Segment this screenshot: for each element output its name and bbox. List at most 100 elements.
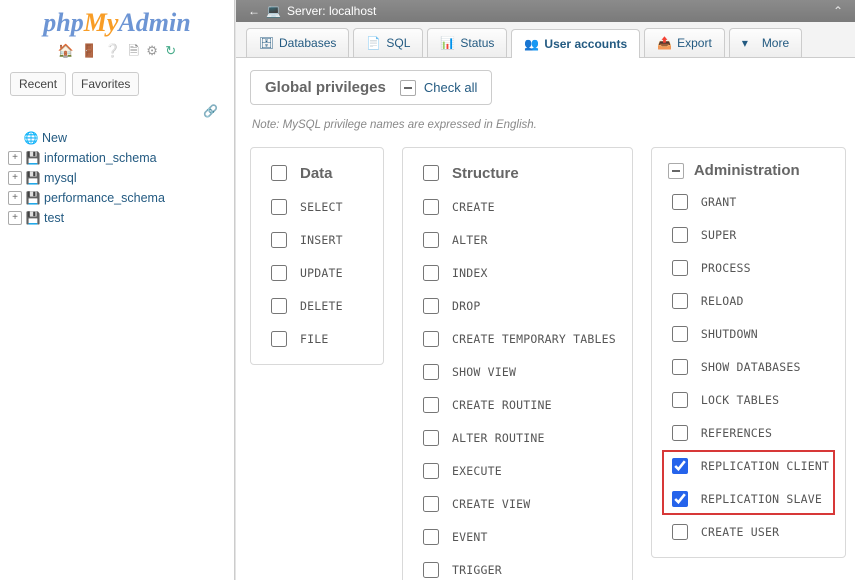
privilege-item[interactable]: SELECT — [267, 196, 367, 218]
link-icon[interactable]: 🔗 — [0, 104, 234, 122]
expand-icon[interactable]: + — [8, 191, 22, 205]
privilege-item[interactable]: INDEX — [419, 262, 616, 284]
logo-part-my: My — [84, 8, 119, 37]
structure-group-checkbox[interactable] — [423, 165, 439, 181]
privilege-checkbox[interactable] — [672, 491, 688, 507]
recent-button[interactable]: Recent — [10, 72, 66, 96]
privilege-item[interactable]: CREATE ROUTINE — [419, 394, 616, 416]
privilege-checkbox[interactable] — [672, 293, 688, 309]
privilege-checkbox[interactable] — [423, 562, 439, 578]
privilege-item[interactable]: EXECUTE — [419, 460, 616, 482]
privilege-checkbox[interactable] — [423, 331, 439, 347]
server-bar: ← 💻 Server: localhost ⌃ — [236, 0, 855, 22]
privilege-checkbox[interactable] — [423, 199, 439, 215]
privilege-checkbox[interactable] — [423, 265, 439, 281]
tree-db[interactable]: +💾mysql — [6, 168, 228, 188]
privilege-checkbox[interactable] — [672, 359, 688, 375]
collapse-nav-icon[interactable]: ← — [248, 4, 260, 18]
tab-label: More — [762, 36, 789, 50]
privilege-item[interactable]: INSERT — [267, 229, 367, 251]
collapse-icon[interactable]: ⌃ — [833, 4, 843, 18]
privilege-checkbox[interactable] — [423, 463, 439, 479]
privilege-item[interactable]: ALTER ROUTINE — [419, 427, 616, 449]
privilege-checkbox[interactable] — [423, 529, 439, 545]
privilege-label: ALTER — [452, 233, 488, 247]
privilege-checkbox[interactable] — [271, 298, 287, 314]
privilege-item[interactable]: SHOW VIEW — [419, 361, 616, 383]
privilege-checkbox[interactable] — [423, 364, 439, 380]
expand-icon[interactable]: + — [8, 211, 22, 225]
privilege-checkbox[interactable] — [271, 199, 287, 215]
privilege-checkbox[interactable] — [672, 425, 688, 441]
privilege-item[interactable]: ALTER — [419, 229, 616, 251]
tab-export[interactable]: 📤Export — [644, 28, 725, 57]
privilege-checkbox[interactable] — [672, 524, 688, 540]
privilege-item[interactable]: LOCK TABLES — [668, 389, 829, 411]
logo[interactable]: phpMyAdmin — [0, 0, 234, 42]
privilege-item[interactable]: RELOAD — [668, 290, 829, 312]
tree-db[interactable]: +💾performance_schema — [6, 188, 228, 208]
privilege-item[interactable]: REPLICATION SLAVE — [668, 488, 829, 510]
privilege-checkbox[interactable] — [423, 430, 439, 446]
tab-status[interactable]: 📊Status — [427, 28, 507, 57]
check-all-checkbox[interactable] — [400, 80, 416, 96]
admin-group-checkbox[interactable] — [668, 163, 684, 179]
privilege-item[interactable]: TRIGGER — [419, 559, 616, 580]
privilege-item[interactable]: FILE — [267, 328, 367, 350]
reload-icon[interactable]: ↻ — [165, 43, 176, 58]
logout-icon[interactable]: 🚪 — [81, 43, 97, 58]
privilege-item[interactable]: PROCESS — [668, 257, 829, 279]
tab-more[interactable]: ▾More — [729, 28, 802, 57]
privilege-checkbox[interactable] — [423, 232, 439, 248]
tree-new[interactable]: 🌐 New — [6, 128, 228, 148]
privilege-label: INDEX — [452, 266, 488, 280]
privilege-item[interactable]: SHOW DATABASES — [668, 356, 829, 378]
privilege-item[interactable]: DELETE — [267, 295, 367, 317]
docs-icon[interactable]: ❔ — [105, 43, 121, 58]
privilege-checkbox[interactable] — [271, 265, 287, 281]
privilege-checkbox[interactable] — [672, 227, 688, 243]
tab-users[interactable]: 👥User accounts — [511, 29, 640, 58]
tab-databases[interactable]: 🗄Databases — [246, 28, 349, 57]
global-privileges-title: Global privileges — [265, 79, 386, 96]
privilege-item[interactable]: REPLICATION CLIENT — [668, 455, 829, 477]
data-group-checkbox[interactable] — [271, 165, 287, 181]
privilege-checkbox[interactable] — [423, 298, 439, 314]
privilege-checkbox[interactable] — [423, 397, 439, 413]
privilege-checkbox[interactable] — [672, 392, 688, 408]
privilege-item[interactable]: SHUTDOWN — [668, 323, 829, 345]
privilege-checkbox[interactable] — [271, 331, 287, 347]
sql-icon[interactable]: 🗎 — [128, 43, 138, 58]
tree-db[interactable]: +💾information_schema — [6, 148, 228, 168]
privilege-item[interactable]: SUPER — [668, 224, 829, 246]
privilege-checkbox[interactable] — [672, 194, 688, 210]
privilege-item[interactable]: REFERENCES — [668, 422, 829, 444]
favorites-button[interactable]: Favorites — [72, 72, 139, 96]
privilege-item[interactable]: EVENT — [419, 526, 616, 548]
privilege-item[interactable]: CREATE USER — [668, 521, 829, 543]
gear-icon[interactable]: ⚙ — [146, 43, 158, 58]
privilege-item[interactable]: UPDATE — [267, 262, 367, 284]
privilege-item[interactable]: GRANT — [668, 191, 829, 213]
privilege-checkbox[interactable] — [672, 260, 688, 276]
privilege-label: DROP — [452, 299, 481, 313]
panel-admin: Administration GRANTSUPERPROCESSRELOADSH… — [651, 147, 846, 558]
privilege-item[interactable]: DROP — [419, 295, 616, 317]
privilege-label: SUPER — [701, 228, 737, 242]
privilege-checkbox[interactable] — [423, 496, 439, 512]
privilege-item[interactable]: CREATE TEMPORARY TABLES — [419, 328, 616, 350]
privilege-item[interactable]: CREATE VIEW — [419, 493, 616, 515]
highlighted-privileges: REPLICATION CLIENT REPLICATION SLAVE — [668, 455, 829, 510]
check-all-link[interactable]: Check all — [424, 80, 477, 95]
privilege-checkbox[interactable] — [672, 326, 688, 342]
logo-part-admin: Admin — [118, 8, 190, 37]
privilege-item[interactable]: CREATE — [419, 196, 616, 218]
privilege-checkbox[interactable] — [672, 458, 688, 474]
privilege-checkbox[interactable] — [271, 232, 287, 248]
tab-sql[interactable]: 📄SQL — [353, 28, 423, 57]
home-icon[interactable]: 🏠 — [58, 43, 74, 58]
expand-icon[interactable]: + — [8, 151, 22, 165]
expand-icon[interactable]: + — [8, 171, 22, 185]
tree-db[interactable]: +💾test — [6, 208, 228, 228]
db-icon: 💾 — [26, 151, 40, 165]
